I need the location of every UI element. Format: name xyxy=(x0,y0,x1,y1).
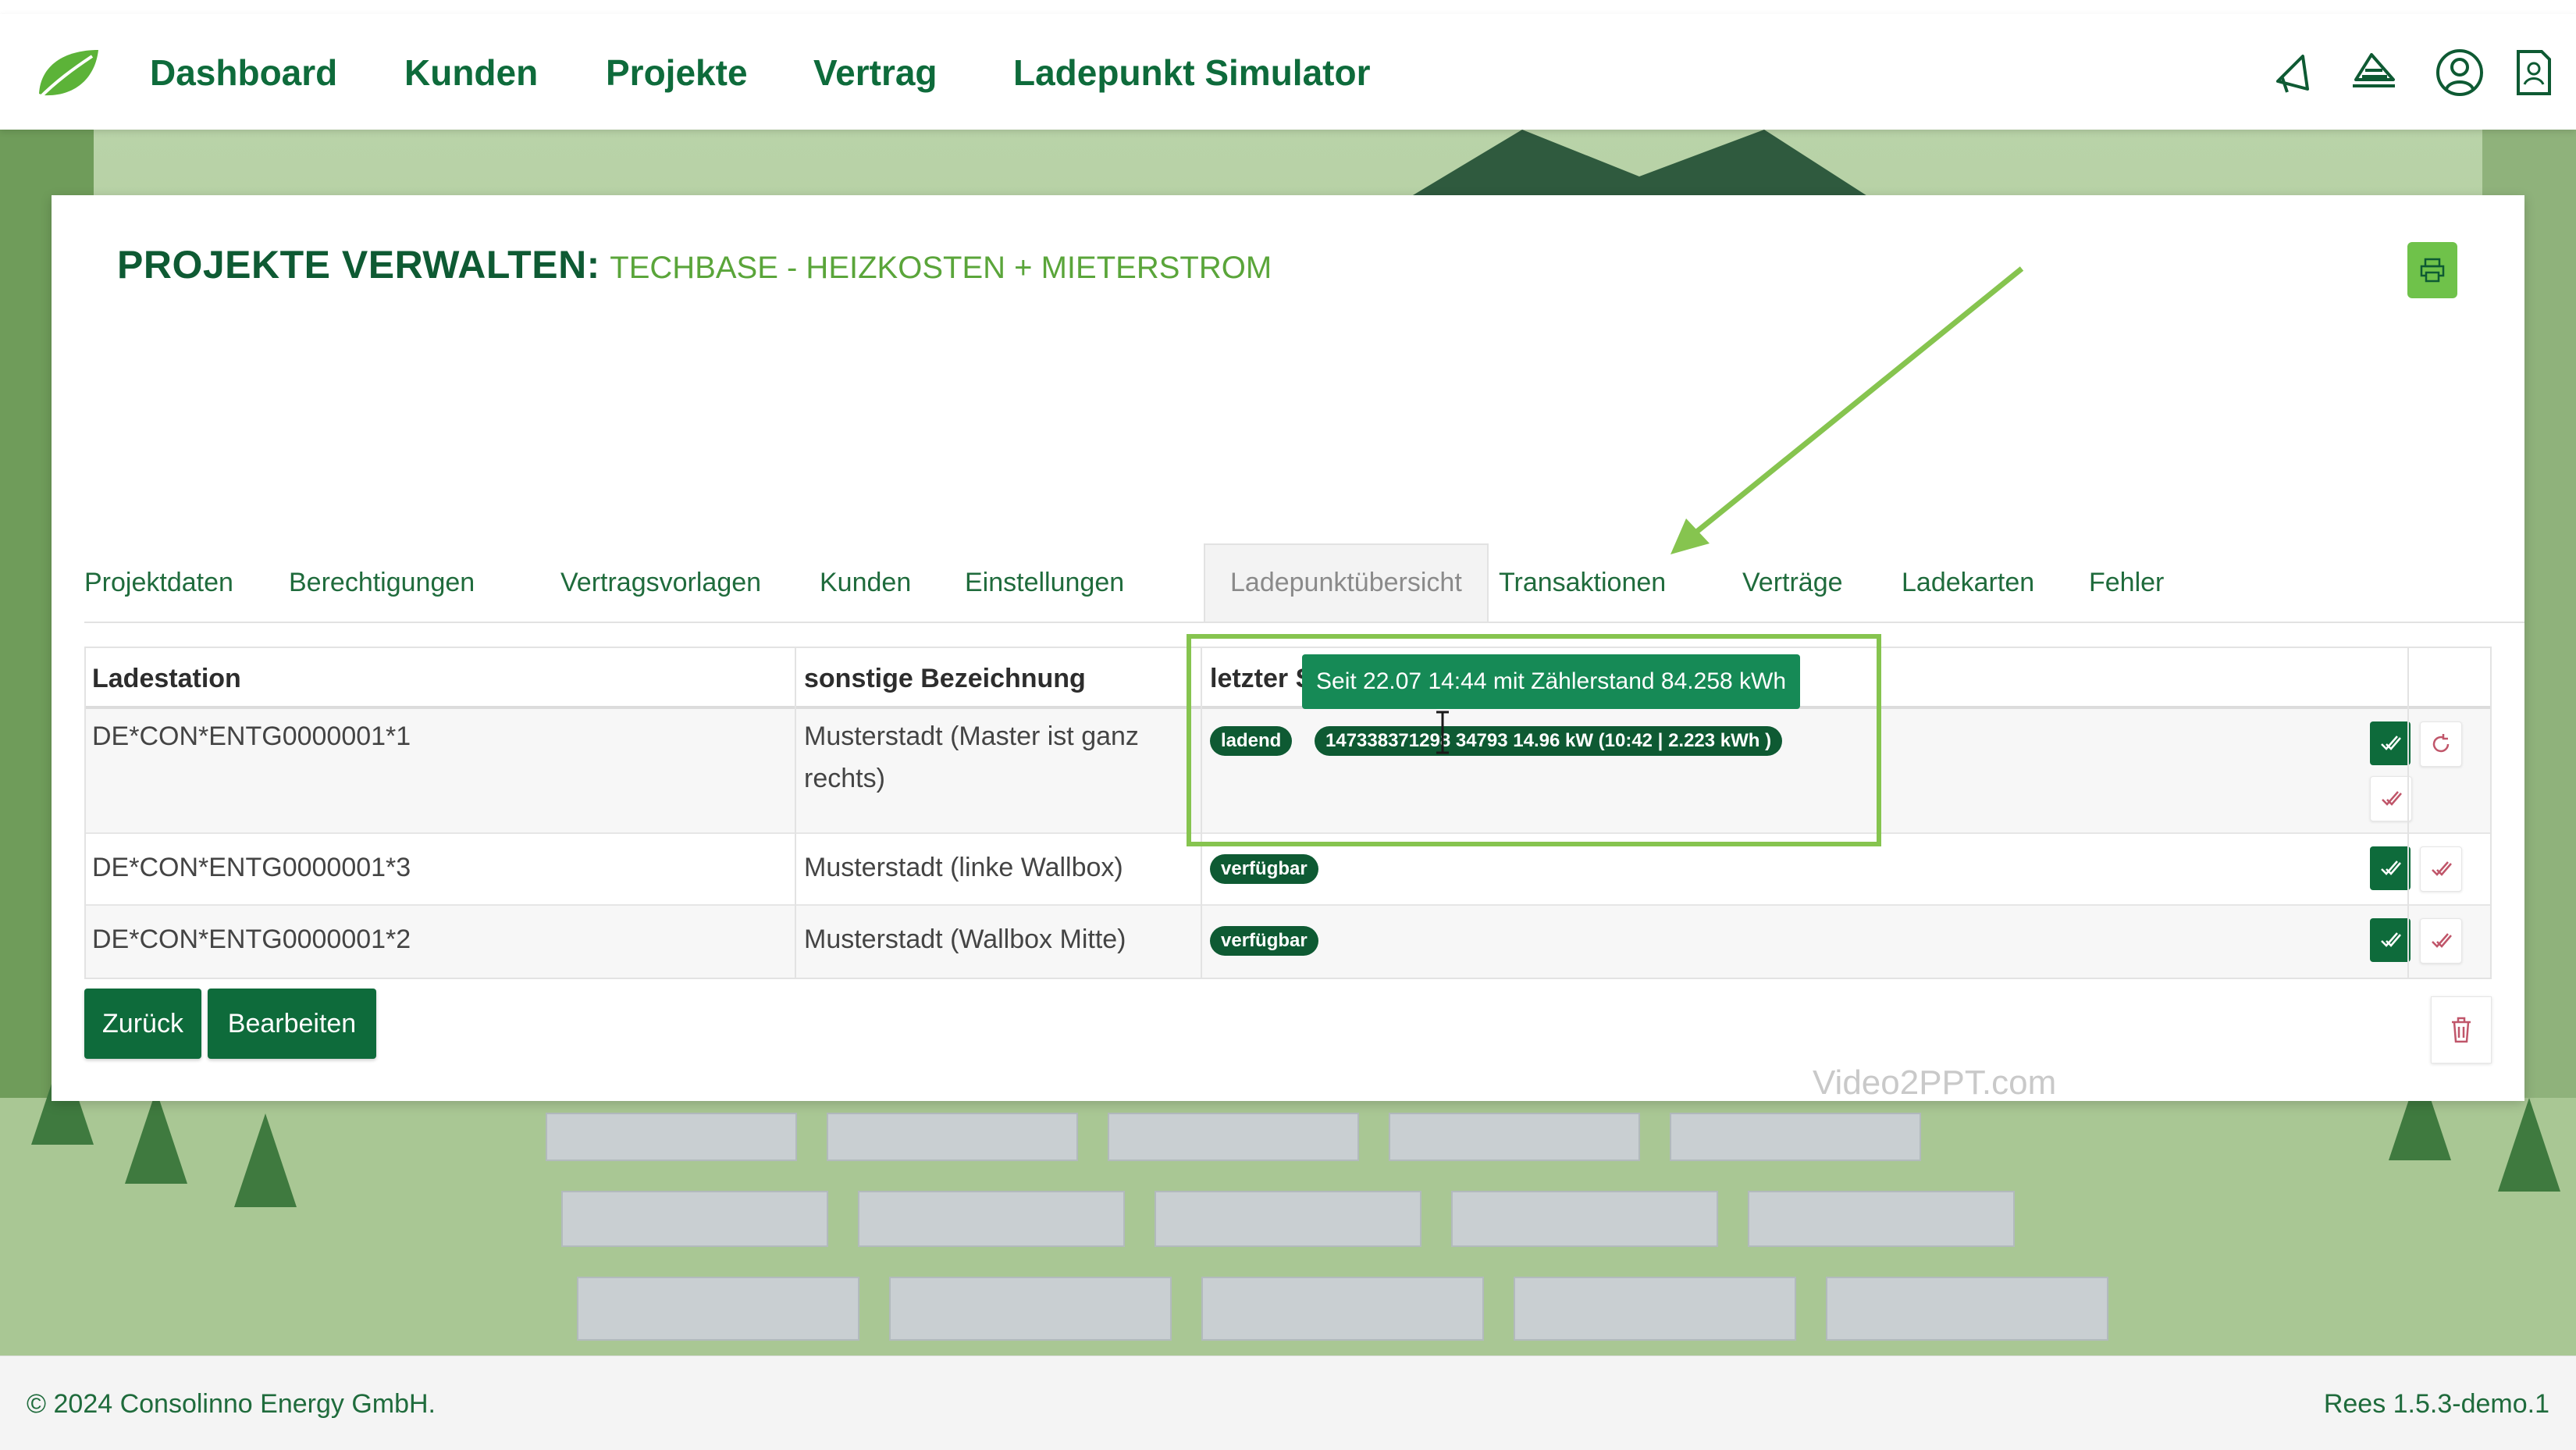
double-check-icon xyxy=(2381,736,2401,750)
status-tooltip: Seit 22.07 14:44 mit Zählerstand 84.258 … xyxy=(1302,654,1801,709)
back-button[interactable]: Zurück xyxy=(84,989,201,1059)
double-check-icon xyxy=(2432,861,2452,876)
tab-bar: Projektdaten Berechtigungen Vertragsvorl… xyxy=(84,543,2524,623)
refresh-icon xyxy=(2432,734,2450,753)
tab-fehler[interactable]: Fehler xyxy=(2089,543,2164,622)
page-title-project: TECHBASE - HEIZKOSTEN + MIETERSTROM xyxy=(610,251,1272,285)
tab-einstellungen[interactable]: Einstellungen xyxy=(965,543,1124,622)
nav-kunden[interactable]: Kunden xyxy=(404,52,538,94)
document-user-icon[interactable] xyxy=(2507,47,2559,98)
table-row: DE*CON*ENTG0000001*2 Musterstadt (Wallbo… xyxy=(86,906,2490,978)
footer-copyright: © 2024 Consolinno Energy GmbH. xyxy=(27,1389,436,1419)
station-id: DE*CON*ENTG0000001*3 xyxy=(92,853,411,882)
column-divider xyxy=(2407,648,2409,978)
status-badge: verfügbar xyxy=(1210,926,1318,956)
tab-projektdaten[interactable]: Projektdaten xyxy=(84,543,233,622)
nav-ladepunkt-simulator[interactable]: Ladepunkt Simulator xyxy=(1013,52,1370,94)
column-header-ladestation: Ladestation xyxy=(92,664,241,693)
trash-icon xyxy=(2452,1017,2471,1043)
tab-transaktionen[interactable]: Transaktionen xyxy=(1499,543,1666,622)
annotation-arrow-icon xyxy=(1670,266,2024,554)
top-navbar: Dashboard Kunden Projekte Vertrag Ladepu… xyxy=(0,14,2576,130)
station-id: DE*CON*ENTG0000001*1 xyxy=(92,721,411,751)
footer: © 2024 Consolinno Energy GmbH. Rees 1.5.… xyxy=(0,1356,2576,1450)
page-title-main: PROJEKTE VERWALTEN: xyxy=(117,243,600,287)
speed-icon[interactable] xyxy=(2348,47,2400,98)
acknowledge-button[interactable] xyxy=(2420,918,2462,964)
station-id: DE*CON*ENTG0000001*2 xyxy=(92,925,411,954)
edit-button[interactable]: Bearbeiten xyxy=(208,989,376,1059)
confirm-button[interactable] xyxy=(2370,918,2411,962)
delete-button[interactable] xyxy=(2431,996,2492,1063)
watermark: Video2PPT.com xyxy=(1813,1063,2057,1102)
leaf-logo-icon[interactable] xyxy=(33,42,103,105)
tab-vertragsvorlagen[interactable]: Vertragsvorlagen xyxy=(560,543,761,622)
description-line: rechts) xyxy=(804,764,885,793)
confirm-button[interactable] xyxy=(2370,721,2411,765)
double-check-icon xyxy=(2381,860,2401,875)
print-button[interactable] xyxy=(2407,242,2457,298)
tab-ladepunktuebersicht[interactable]: Ladepunktübersicht xyxy=(1204,543,1489,622)
tab-kunden[interactable]: Kunden xyxy=(820,543,911,622)
megaphone-icon[interactable] xyxy=(2267,47,2318,98)
nav-projekte[interactable]: Projekte xyxy=(606,52,748,94)
status-badge: verfügbar xyxy=(1210,854,1318,884)
text-cursor-icon xyxy=(1436,711,1449,754)
column-header-bezeichnung: sonstige Bezeichnung xyxy=(804,664,1086,693)
nav-vertrag[interactable]: Vertrag xyxy=(813,52,938,94)
footer-version: Rees 1.5.3-demo.1 xyxy=(2323,1389,2549,1419)
user-circle-icon[interactable] xyxy=(2434,47,2485,98)
browser-strip xyxy=(0,0,2576,15)
station-description: Musterstadt (Master ist ganz rechts) xyxy=(804,715,1139,800)
tab-berechtigungen[interactable]: Berechtigungen xyxy=(289,543,475,622)
double-check-icon xyxy=(2432,933,2452,948)
station-description: Musterstadt (linke Wallbox) xyxy=(804,853,1123,882)
nav-dashboard[interactable]: Dashboard xyxy=(150,52,337,94)
station-description: Musterstadt (Wallbox Mitte) xyxy=(804,925,1126,954)
double-check-icon xyxy=(2381,932,2401,947)
description-line: Musterstadt (Master ist ganz xyxy=(804,721,1139,751)
column-divider xyxy=(795,648,796,978)
confirm-button[interactable] xyxy=(2370,846,2411,890)
acknowledge-button[interactable] xyxy=(2420,846,2462,892)
double-check-icon xyxy=(2382,791,2402,806)
refresh-button[interactable] xyxy=(2420,721,2462,767)
acknowledge-button[interactable] xyxy=(2370,776,2412,821)
page-title: PROJEKTE VERWALTEN: TECHBASE - HEIZKOSTE… xyxy=(117,242,1272,287)
printer-icon xyxy=(2420,258,2445,283)
